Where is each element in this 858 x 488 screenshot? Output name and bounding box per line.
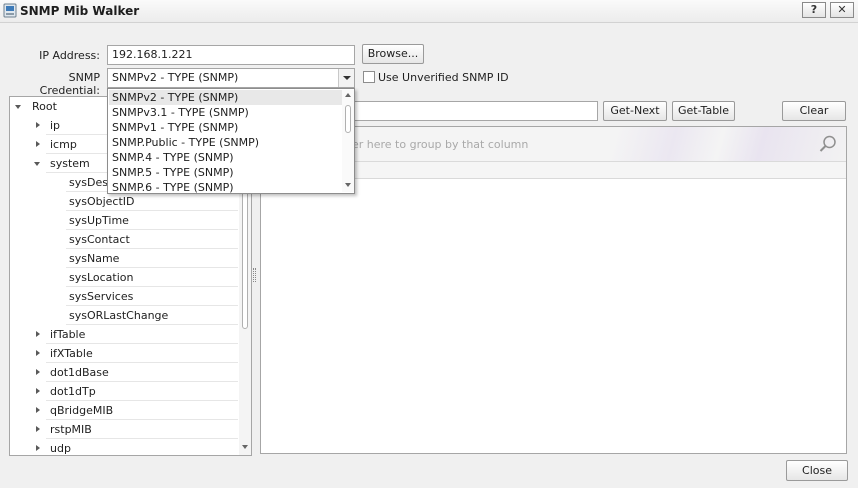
credential-option[interactable]: SNMP.Public - TYPE (SNMP) — [109, 135, 342, 150]
ip-address-input[interactable]: 192.168.1.221 — [107, 45, 355, 65]
app-icon — [3, 3, 17, 18]
ip-address-label: IP Address: — [39, 49, 100, 62]
credential-option[interactable]: SNMP.6 - TYPE (SNMP) — [109, 180, 342, 195]
snmp-credential-label: SNMP Credential: — [39, 71, 100, 97]
chevron-down-icon[interactable] — [338, 69, 354, 87]
expand-arrow-icon[interactable] — [34, 369, 42, 377]
title-bar: SNMP Mib Walker ? ✕ — [0, 0, 858, 23]
tree-node-label: rstpMIB — [50, 423, 92, 436]
search-icon[interactable] — [819, 135, 837, 153]
snmp-credential-combo[interactable]: SNMPv2 - TYPE (SNMP) — [107, 68, 355, 88]
expand-arrow-icon[interactable] — [34, 350, 42, 358]
help-button[interactable]: ? — [802, 2, 826, 18]
credential-dropdown-list[interactable]: SNMPv2 - TYPE (SNMP) SNMPv3.1 - TYPE (SNM… — [107, 88, 355, 194]
browse-button[interactable]: Browse... — [362, 44, 424, 64]
window-close-button[interactable]: ✕ — [830, 2, 854, 18]
tree-node[interactable]: dot1dTp — [36, 382, 238, 401]
tree-node-label: sysName — [69, 252, 120, 265]
tree-node-label: sysContact — [69, 233, 130, 246]
use-unverified-checkbox[interactable] — [363, 71, 375, 83]
expand-arrow-icon[interactable] — [34, 160, 42, 168]
expand-arrow-icon[interactable] — [34, 141, 42, 149]
window-title: SNMP Mib Walker — [20, 4, 140, 18]
tree-node[interactable]: sysORLastChange — [66, 306, 238, 325]
close-button[interactable]: Close — [786, 460, 848, 481]
tree-node[interactable]: ifXTable — [36, 344, 238, 363]
clear-button[interactable]: Clear — [782, 101, 846, 121]
get-next-button[interactable]: Get-Next — [603, 101, 667, 121]
tree-node-label: ifXTable — [50, 347, 93, 360]
tree-node-label: udp — [50, 442, 71, 455]
tree-node[interactable]: udp — [36, 439, 238, 455]
splitter-handle[interactable] — [253, 268, 256, 282]
credential-option[interactable]: SNMPv1 - TYPE (SNMP) — [109, 120, 342, 135]
expand-arrow-icon[interactable] — [34, 331, 42, 339]
tree-node[interactable]: sysContact — [66, 230, 238, 249]
expand-arrow-icon[interactable] — [34, 407, 42, 415]
tree-node-label: icmp — [50, 138, 77, 151]
tree-node-label: Root — [32, 100, 57, 113]
expand-arrow-icon[interactable] — [34, 426, 42, 434]
tree-node[interactable]: rstpMIB — [36, 420, 238, 439]
tree-node-label: sysUpTime — [69, 214, 129, 227]
tree-node-label: dot1dBase — [50, 366, 109, 379]
tree-node[interactable]: sysLocation — [66, 268, 238, 287]
tree-node[interactable]: sysName — [66, 249, 238, 268]
dropdown-scrollbar[interactable] — [342, 90, 354, 192]
tree-node-label: sysLocation — [69, 271, 134, 284]
tree-node[interactable]: sysServices — [66, 287, 238, 306]
scroll-down-icon[interactable] — [239, 441, 251, 453]
tree-node-label: qBridgeMIB — [50, 404, 114, 417]
group-by-hint: der here to group by that column — [345, 138, 529, 151]
dropdown-scrollbar-thumb[interactable] — [345, 105, 351, 133]
tree-node[interactable]: qBridgeMIB — [36, 401, 238, 420]
get-table-button[interactable]: Get-Table — [672, 101, 735, 121]
credential-option[interactable]: SNMP.5 - TYPE (SNMP) — [109, 165, 342, 180]
tree-node-label: ip — [50, 119, 61, 132]
scroll-down-icon[interactable] — [342, 179, 354, 191]
oid-input[interactable] — [340, 101, 598, 121]
tree-node[interactable]: dot1dBase — [36, 363, 238, 382]
use-unverified-label: Use Unverified SNMP ID — [378, 71, 509, 84]
tree-node-label: sysORLastChange — [69, 309, 169, 322]
tree-node-label: system — [50, 157, 90, 170]
tree-node-label: ifTable — [50, 328, 86, 341]
tree-node[interactable]: sysUpTime — [66, 211, 238, 230]
credential-option[interactable]: SNMPv2 - TYPE (SNMP) — [109, 90, 342, 105]
expand-arrow-icon[interactable] — [34, 122, 42, 130]
expand-arrow-icon[interactable] — [34, 445, 42, 453]
expand-arrow-icon[interactable] — [34, 388, 42, 396]
tree-node-label: sysServices — [69, 290, 134, 303]
expand-arrow-icon[interactable] — [15, 103, 23, 111]
credential-option[interactable]: SNMPv3.1 - TYPE (SNMP) — [109, 105, 342, 120]
tree-node-label: dot1dTp — [50, 385, 96, 398]
snmp-credential-value: SNMPv2 - TYPE (SNMP) — [112, 71, 239, 84]
scroll-up-icon[interactable] — [342, 90, 354, 102]
tree-node[interactable]: ifTable — [36, 325, 238, 344]
credential-option[interactable]: SNMP.4 - TYPE (SNMP) — [109, 150, 342, 165]
